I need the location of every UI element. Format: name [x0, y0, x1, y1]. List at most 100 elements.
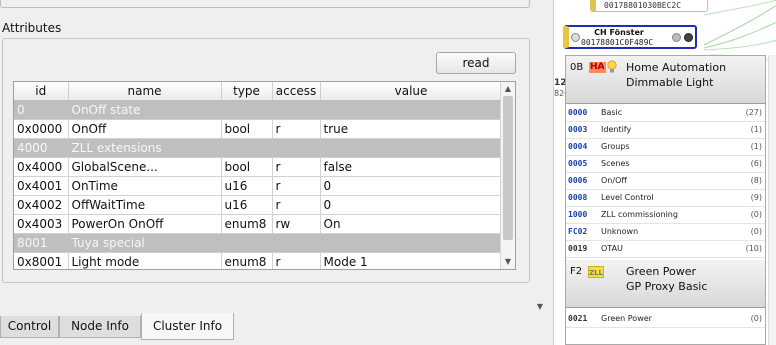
cluster-name: ZLL commissioning: [601, 210, 678, 219]
scroll-up-arrow-icon[interactable]: ▲: [501, 83, 515, 95]
cluster-id: 0006: [568, 176, 588, 185]
attribute-value-cell: [320, 233, 503, 253]
column-header-name[interactable]: name: [68, 82, 222, 101]
attribute-row[interactable]: 0x4001 OnTime u16 r 0: [14, 176, 503, 196]
column-header-value[interactable]: value: [320, 82, 503, 101]
cluster-name: Identify: [601, 125, 632, 134]
attribute-row[interactable]: 0x4000 GlobalScene... bool r false: [14, 157, 503, 177]
cluster-id: FC02: [568, 227, 588, 236]
cluster-row[interactable]: 0006 On/Off (8): [566, 173, 765, 190]
attribute-group-row[interactable]: 0 OnOff state: [14, 100, 503, 120]
column-header-type[interactable]: type: [221, 82, 273, 101]
cluster-row[interactable]: 0004 Groups (1): [566, 139, 765, 156]
attribute-name-cell: OnOff: [68, 119, 222, 139]
tab-cluster-info[interactable]: Cluster Info: [141, 313, 234, 340]
attribute-id-cell: 0: [14, 100, 69, 120]
cluster-attribute-count: (27): [745, 108, 762, 117]
graph-vertical-scrollbar[interactable]: [768, 55, 776, 345]
attribute-row[interactable]: 0x4003 PowerOn OnOff enum8 rw On: [14, 214, 503, 234]
cluster-name: Level Control: [601, 193, 654, 202]
attribute-value-cell: true: [320, 119, 503, 139]
attribute-type-cell: [221, 233, 273, 253]
attribute-type-cell: bool: [221, 157, 273, 177]
cluster-attribute-count: (10): [745, 244, 762, 253]
attribute-type-cell: u16: [221, 195, 273, 215]
attribute-group-row[interactable]: 4000 ZLL extensions: [14, 138, 503, 158]
attribute-type-cell: [221, 100, 273, 120]
endpoint-device-type: Dimmable Light: [626, 76, 714, 89]
cluster-name: Basic: [601, 108, 623, 117]
cluster-row[interactable]: 0021 Green Power (0): [566, 311, 765, 328]
attribute-id-cell: 0x8001: [14, 252, 69, 269]
attribute-id-cell: 0x4001: [14, 176, 69, 196]
attribute-access-cell: rw: [272, 214, 321, 234]
cluster-list: 0000 Basic (27) 0003 Identify (1) 0004 Groups (1…: [566, 105, 765, 258]
cluster-attribute-count: (9): [750, 193, 762, 202]
cluster-attribute-count: (0): [750, 314, 762, 323]
cluster-list: 0021 Green Power (0): [566, 311, 765, 328]
node-status-dot-icon: [684, 33, 693, 42]
selected-node-card[interactable]: 0B HA Home Automation Dimmable Light 000…: [565, 55, 766, 345]
cluster-attribute-count: (6): [750, 159, 762, 168]
attribute-name-cell: PowerOn OnOff: [68, 214, 222, 234]
attribute-value-cell: [320, 138, 503, 158]
cluster-attribute-count: (1): [750, 125, 762, 134]
device-node-top[interactable]: 00178801030BEC2C: [590, 0, 708, 12]
cluster-row[interactable]: 1000 ZLL commissioning (0): [566, 207, 765, 224]
cluster-id: 0008: [568, 193, 588, 202]
cluster-row[interactable]: 0005 Scenes (6): [566, 156, 765, 173]
table-vertical-scrollbar[interactable]: ▲ ▼: [500, 82, 515, 269]
endpoint-header-0b[interactable]: 0B HA Home Automation Dimmable Light: [566, 56, 765, 104]
endpoint-number: F2: [570, 266, 583, 277]
attribute-type-cell: u16: [221, 176, 273, 196]
attribute-name-cell: Light mode: [68, 252, 222, 269]
attribute-access-cell: r: [272, 119, 321, 139]
attribute-row[interactable]: 0x0000 OnOff bool r true: [14, 119, 503, 139]
scroll-down-arrow-icon[interactable]: ▼: [501, 256, 515, 268]
tab-node-info[interactable]: Node Info: [59, 316, 141, 338]
attribute-name-cell: OffWaitTime: [68, 195, 222, 215]
cluster-name: Groups: [601, 142, 630, 151]
attribute-group-row[interactable]: 8001 Tuya special: [14, 233, 503, 253]
cluster-id: 0005: [568, 159, 588, 168]
node-title: CH Fönster: [594, 28, 644, 37]
cluster-row[interactable]: FC02 Unknown (0): [566, 224, 765, 241]
device-node-ch-fonster[interactable]: CH Fönster 00178801C0F489C: [563, 25, 697, 49]
node-status-dot-icon: [571, 33, 580, 42]
attribute-value-cell: 0: [320, 176, 503, 196]
tab-control[interactable]: Control: [0, 316, 59, 338]
cluster-row[interactable]: 0000 Basic (27): [566, 105, 765, 122]
panel-scroll-down-arrow-icon[interactable]: ▼: [532, 302, 548, 311]
attribute-id-cell: 0x4000: [14, 157, 69, 177]
cluster-row[interactable]: 0003 Identify (1): [566, 122, 765, 139]
endpoint-device-type: GP Proxy Basic: [626, 280, 708, 293]
read-button[interactable]: read: [436, 52, 516, 74]
attribute-id-cell: 0x4002: [14, 195, 69, 215]
table-scroll-thumb[interactable]: [503, 96, 513, 240]
cluster-row[interactable]: 0008 Level Control (9): [566, 190, 765, 207]
attribute-access-cell: [272, 233, 321, 253]
attribute-name-cell: GlobalScene...: [68, 157, 222, 177]
endpoint-header-f2[interactable]: F2 ZLL Green Power GP Proxy Basic: [566, 260, 765, 308]
cluster-row[interactable]: 0019 OTAU (10): [566, 241, 765, 258]
attribute-id-cell: 8001: [14, 233, 69, 253]
attribute-row[interactable]: 0x4002 OffWaitTime u16 r 0: [14, 195, 503, 215]
column-header-access[interactable]: access: [272, 82, 321, 101]
attribute-name-cell: OnOff state: [68, 100, 222, 120]
node-graph-view[interactable]: 00178801030BEC2C CH Fönster 00178801C0F4…: [553, 0, 776, 345]
attributes-table: id name type access value 0 OnOff state 0x0000…: [14, 82, 503, 269]
attribute-id-cell: 4000: [14, 138, 69, 158]
cluster-info-panel: Attributes read id name type access value 0O…: [0, 0, 548, 345]
panel-vertical-scrollbar[interactable]: ▼: [532, 0, 548, 313]
cluster-id: 0021: [568, 314, 588, 323]
attribute-type-cell: bool: [221, 119, 273, 139]
column-header-id[interactable]: id: [14, 82, 69, 101]
cluster-name: Green Power: [601, 314, 652, 323]
attribute-row[interactable]: 0x8001 Light mode enum8 r Mode 1: [14, 252, 503, 269]
cluster-id: 0019: [568, 244, 588, 253]
attribute-id-cell: 0x4003: [14, 214, 69, 234]
attributes-table-view[interactable]: id name type access value 0 OnOff state 0x0000…: [13, 81, 516, 270]
light-bulb-icon: [607, 60, 617, 73]
endpoint-profile: Green Power: [626, 265, 697, 278]
attribute-id-cell: 0x0000: [14, 119, 69, 139]
